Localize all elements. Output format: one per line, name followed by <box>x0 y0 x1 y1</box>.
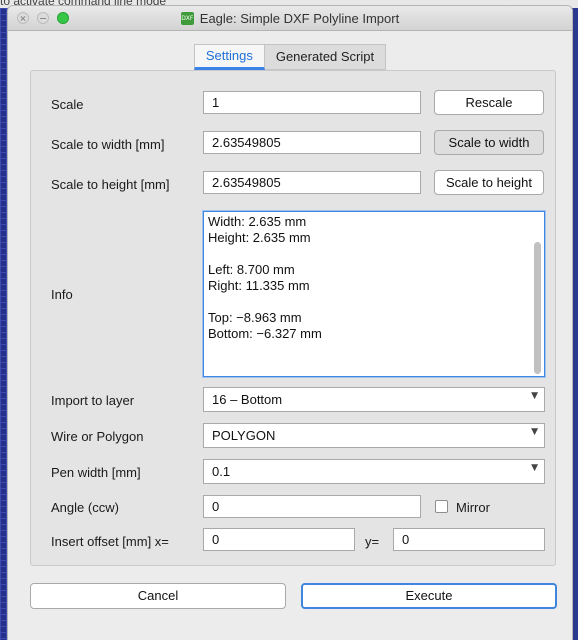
dialog-window: DXF Eagle: Simple DXF Polyline Import Se… <box>8 6 572 640</box>
import-to-layer-value: 16 – Bottom <box>212 392 283 407</box>
info-line: Width: 2.635 mm <box>208 214 307 229</box>
title-bar: DXF Eagle: Simple DXF Polyline Import <box>8 6 572 31</box>
scale-to-width-label: Scale to width [mm] <box>51 137 165 152</box>
import-to-layer-select[interactable]: 16 – Bottom ▼ <box>203 387 545 412</box>
info-line: Right: 11.335 mm <box>208 278 310 293</box>
chevron-down-icon: ▼ <box>531 391 538 401</box>
info-scrollbar-thumb[interactable] <box>534 242 541 374</box>
pen-width-select[interactable]: 0.1 ▼ <box>203 459 545 484</box>
mirror-checkbox[interactable] <box>435 500 448 513</box>
wire-or-polygon-select[interactable]: POLYGON ▼ <box>203 423 545 448</box>
rescale-button[interactable]: Rescale <box>434 90 544 115</box>
info-line: Bottom: −6.327 mm <box>208 326 322 341</box>
angle-label: Angle (ccw) <box>51 500 119 515</box>
scale-to-height-button[interactable]: Scale to height <box>434 170 544 195</box>
info-line: Top: −8.963 mm <box>208 310 302 325</box>
insert-offset-x-input[interactable]: 0 <box>203 528 355 551</box>
insert-offset-y-label: y= <box>365 534 380 549</box>
info-line <box>208 246 322 262</box>
wire-or-polygon-label: Wire or Polygon <box>51 429 144 444</box>
wire-or-polygon-value: POLYGON <box>212 428 276 443</box>
execute-button[interactable]: Execute <box>301 583 557 609</box>
background-canvas-right <box>572 8 578 640</box>
scale-to-width-input[interactable]: 2.63549805 <box>203 131 421 154</box>
scale-label: Scale <box>51 97 84 112</box>
mirror-label: Mirror <box>456 500 490 515</box>
scale-to-height-label: Scale to height [mm] <box>51 177 170 192</box>
import-to-layer-label: Import to layer <box>51 393 135 408</box>
pen-width-label: Pen width [mm] <box>51 465 141 480</box>
eagle-app-icon: DXF <box>180 11 194 25</box>
info-line <box>208 294 322 310</box>
window-title: Eagle: Simple DXF Polyline Import <box>199 10 400 26</box>
tab-bar: Settings Generated Script <box>8 44 572 70</box>
scale-to-height-input[interactable]: 2.63549805 <box>203 171 421 194</box>
chevron-down-icon: ▼ <box>531 463 538 473</box>
info-lines: Width: 2.635 mm Height: 2.635 mm Left: 8.7… <box>208 214 322 342</box>
angle-input[interactable]: 0 <box>203 495 421 518</box>
tab-generated-script[interactable]: Generated Script <box>264 44 387 70</box>
info-scrollbar[interactable] <box>532 214 542 374</box>
chevron-down-icon: ▼ <box>531 427 538 437</box>
info-label: Info <box>51 287 73 302</box>
insert-offset-y-input[interactable]: 0 <box>393 528 545 551</box>
scale-input[interactable]: 1 <box>203 91 421 114</box>
pen-width-value: 0.1 <box>212 464 231 479</box>
cancel-button[interactable]: Cancel <box>30 583 286 609</box>
info-text-area[interactable]: Width: 2.635 mm Height: 2.635 mm Left: 8.7… <box>203 211 545 377</box>
settings-panel: Scale 1 Rescale Scale to width [mm] 2.63… <box>30 70 556 566</box>
scale-to-width-button[interactable]: Scale to width <box>434 130 544 155</box>
info-line: Left: 8.700 mm <box>208 262 295 277</box>
insert-offset-label: Insert offset [mm] x= <box>51 534 169 549</box>
tab-settings[interactable]: Settings <box>193 44 265 70</box>
info-line: Height: 2.635 mm <box>208 230 311 245</box>
